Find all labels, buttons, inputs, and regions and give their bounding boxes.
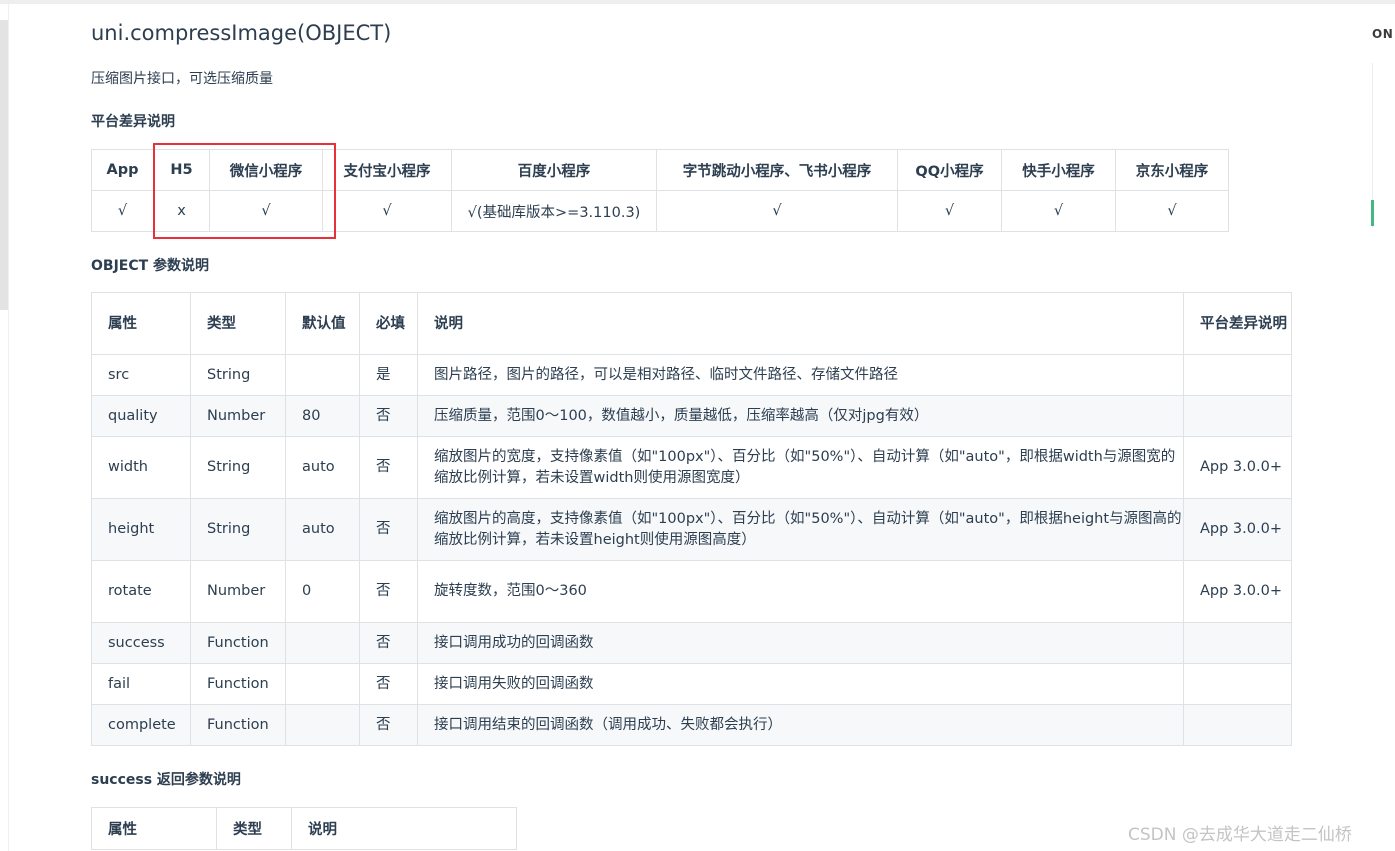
params-cell: App 3.0.0+ [1183, 498, 1292, 561]
params-section-title: OBJECT 参数说明 [91, 258, 210, 274]
params-header-cell: 类型 [190, 292, 286, 355]
success-table: 属性 类型 说明 [91, 807, 517, 850]
params-cell: success [91, 622, 191, 664]
params-cell: 缩放图片的宽度，支持像素值（如"100px"）、百分比（如"50%"）、自动计算… [417, 436, 1184, 499]
params-cell: Number [190, 395, 286, 437]
platform-support-cell: √ [91, 190, 154, 232]
params-cell: Function [190, 663, 286, 705]
platform-support-cell: √ [897, 190, 1002, 232]
api-title: uni.compressImage(OBJECT) [91, 21, 392, 45]
platform-support-cell: x [153, 190, 210, 232]
params-cell: Number [190, 560, 286, 623]
params-cell: App 3.0.0+ [1183, 560, 1292, 623]
platform-support-cell: √ [322, 190, 452, 232]
params-cell: auto [285, 436, 360, 499]
platform-header-cell: 快手小程序 [1001, 149, 1116, 191]
params-cell: 否 [359, 498, 418, 561]
top-rule [0, 0, 1395, 4]
params-cell: String [190, 354, 286, 396]
params-cell [1183, 354, 1292, 396]
params-cell [285, 354, 360, 396]
table-row: width String auto 否缩放图片的宽度，支持像素值（如"100px"）、… [91, 436, 1292, 499]
toc-label[interactable]: ON [1372, 27, 1393, 41]
left-rail [8, 4, 9, 851]
platform-header-cell: 支付宝小程序 [322, 149, 452, 191]
platform-header-cell: H5 [153, 149, 210, 191]
params-header-cell: 属性 [91, 292, 191, 355]
params-cell: rotate [91, 560, 191, 623]
params-cell [1183, 663, 1292, 705]
api-description: 压缩图片接口，可选压缩质量 [91, 71, 273, 87]
params-cell [285, 704, 360, 746]
table-row: success Function 否接口调用成功的回调函数 [91, 622, 1292, 664]
success-section-title: success 返回参数说明 [91, 772, 241, 788]
params-cell: 是 [359, 354, 418, 396]
params-cell: 0 [285, 560, 360, 623]
params-cell [285, 622, 360, 664]
platform-header-cell: 京东小程序 [1115, 149, 1229, 191]
platform-support-cell: √ [209, 190, 323, 232]
platform-section-title: 平台差异说明 [91, 114, 175, 130]
params-cell: 接口调用失败的回调函数 [417, 663, 1184, 705]
params-table: 属性 类型 默认值 必填 说明 平台差异说明 src String 是图片路径，图片的路径，可… [91, 292, 1292, 746]
success-header-cell: 属性 [91, 807, 217, 850]
params-cell: src [91, 354, 191, 396]
params-cell: quality [91, 395, 191, 437]
params-cell: String [190, 498, 286, 561]
success-header-cell: 说明 [291, 807, 517, 850]
table-row: complete Function 否接口调用结束的回调函数（调用成功、失败都会执行… [91, 704, 1292, 746]
params-cell [1183, 395, 1292, 437]
params-cell: 接口调用成功的回调函数 [417, 622, 1184, 664]
success-header-cell: 类型 [216, 807, 292, 850]
params-cell: auto [285, 498, 360, 561]
params-cell: 否 [359, 704, 418, 746]
platform-header-cell: 微信小程序 [209, 149, 323, 191]
platform-support-cell: √ [1001, 190, 1116, 232]
params-cell: fail [91, 663, 191, 705]
params-cell: 80 [285, 395, 360, 437]
params-cell: 压缩质量，范围0～100，数值越小，质量越低，压缩率越高（仅对jpg有效） [417, 395, 1184, 437]
params-cell: Function [190, 622, 286, 664]
left-scrollbar[interactable] [0, 20, 8, 310]
params-cell: width [91, 436, 191, 499]
platform-header-cell: 字节跳动小程序、飞书小程序 [656, 149, 898, 191]
table-row: rotate Number 0 否旋转度数，范围0～360 App 3.0.0+ [91, 560, 1292, 623]
params-cell [1183, 622, 1292, 664]
params-cell [285, 663, 360, 705]
params-cell: 否 [359, 560, 418, 623]
table-row: height String auto 否缩放图片的高度，支持像素值（如"100px"）… [91, 498, 1292, 561]
table-row: quality Number 80 否压缩质量，范围0～100，数值越小，质量越低，压… [91, 395, 1292, 437]
params-cell [1183, 704, 1292, 746]
platform-table: App H5 微信小程序 支付宝小程序 百度小程序 字节跳动小程序、飞书小程序 QQ小程序快… [91, 149, 1229, 232]
params-cell: height [91, 498, 191, 561]
params-cell: 否 [359, 436, 418, 499]
params-cell: complete [91, 704, 191, 746]
params-header-cell: 默认值 [285, 292, 360, 355]
platform-header-cell: QQ小程序 [897, 149, 1002, 191]
params-header-cell: 平台差异说明 [1183, 292, 1292, 355]
params-cell: 否 [359, 622, 418, 664]
params-cell: 接口调用结束的回调函数（调用成功、失败都会执行） [417, 704, 1184, 746]
platform-support-cell: √(基础库版本>=3.110.3) [451, 190, 657, 232]
params-cell: App 3.0.0+ [1183, 436, 1292, 499]
params-cell: 缩放图片的高度，支持像素值（如"100px"）、百分比（如"50%"）、自动计算… [417, 498, 1184, 561]
platform-support-cell: √ [1115, 190, 1229, 232]
params-header-cell: 必填 [359, 292, 418, 355]
params-cell: 否 [359, 395, 418, 437]
params-cell: 旋转度数，范围0～360 [417, 560, 1184, 623]
params-cell: String [190, 436, 286, 499]
table-row: src String 是图片路径，图片的路径，可以是相对路径、临时文件路径、存储文件… [91, 354, 1292, 396]
platform-header-cell: 百度小程序 [451, 149, 657, 191]
toc-active-indicator [1371, 200, 1374, 226]
table-row: fail Function 否接口调用失败的回调函数 [91, 663, 1292, 705]
params-cell: 否 [359, 663, 418, 705]
params-cell: Function [190, 704, 286, 746]
watermark: CSDN @去成华大道走二仙桥 [1128, 825, 1352, 845]
params-cell: 图片路径，图片的路径，可以是相对路径、临时文件路径、存储文件路径 [417, 354, 1184, 396]
platform-support-cell: √ [656, 190, 898, 232]
params-header-cell: 说明 [417, 292, 1184, 355]
platform-header-cell: App [91, 149, 154, 191]
